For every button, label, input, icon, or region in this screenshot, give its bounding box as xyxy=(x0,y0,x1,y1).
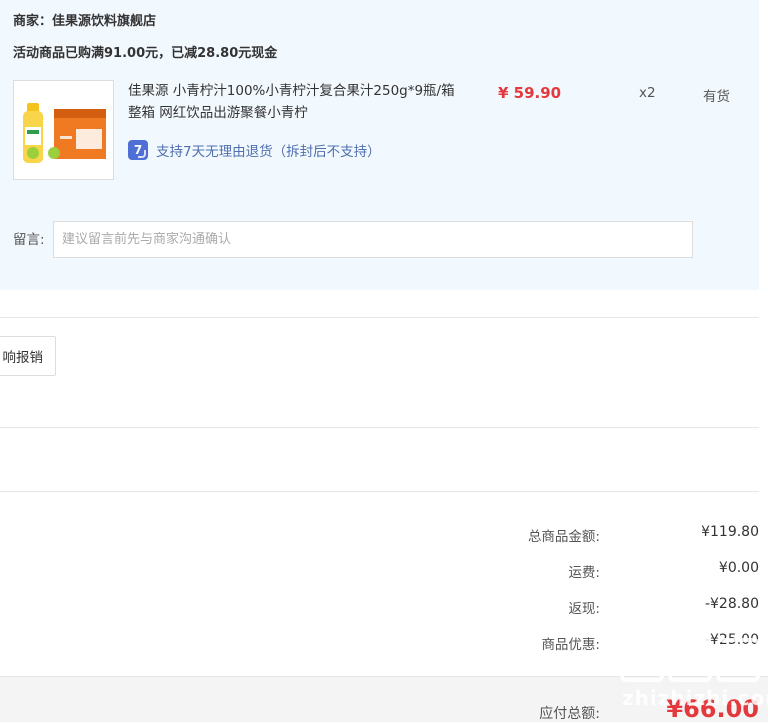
item-price: ¥ 59.90 xyxy=(498,84,562,102)
order-panel: 商家：佳果源饮料旗舰店 活动商品已购满91.00元，已减28.80元现金 佳果源… xyxy=(0,0,759,290)
total-amount: ¥66.00 xyxy=(666,695,759,723)
merchant-name[interactable]: 商家：佳果源饮料旗舰店 xyxy=(13,10,156,29)
summary-label-subtotal: 总商品金额: xyxy=(527,529,600,545)
summary-label-cashback: 返现: xyxy=(568,601,600,617)
summary-value-shipping: ¥0.00 xyxy=(718,560,759,576)
divider xyxy=(0,317,759,318)
product-thumbnail[interactable] xyxy=(13,80,114,180)
product-title[interactable]: 佳果源 小青柠汁100%小青柠汁复合果汁250g*9瓶/箱 整箱 网红饮品出游聚… xyxy=(128,80,458,124)
item-quantity: x2 xyxy=(639,85,656,101)
product-image xyxy=(14,81,113,179)
summary-label-discount: 商品优惠: xyxy=(541,637,600,653)
summary-label-shipping: 运费: xyxy=(568,565,600,581)
return-policy-text: 支持7天无理由退货（拆封后不支持） xyxy=(156,144,381,160)
summary-value-cashback: -¥28.80 xyxy=(704,596,759,612)
seven-day-return-icon: 7 xyxy=(128,140,148,160)
summary-value-subtotal: ¥119.80 xyxy=(701,524,759,540)
return-policy[interactable]: 7 支持7天无理由退货（拆封后不支持） xyxy=(128,139,381,161)
total-label: 应付总额: xyxy=(539,706,600,722)
note-label: 留言: xyxy=(13,232,45,248)
invoice-button[interactable]: 响报销 xyxy=(0,336,56,376)
invoice-button-label: 响报销 xyxy=(2,350,44,366)
note-input[interactable] xyxy=(53,221,693,258)
total-bar: 应付总额: ¥66.00 xyxy=(0,676,768,723)
divider xyxy=(0,427,759,428)
summary-value-discount: -¥25.00 xyxy=(704,632,759,648)
stock-status: 有货 xyxy=(703,89,730,105)
divider xyxy=(0,491,759,492)
promo-info: 活动商品已购满91.00元，已减28.80元现金 xyxy=(13,46,278,61)
